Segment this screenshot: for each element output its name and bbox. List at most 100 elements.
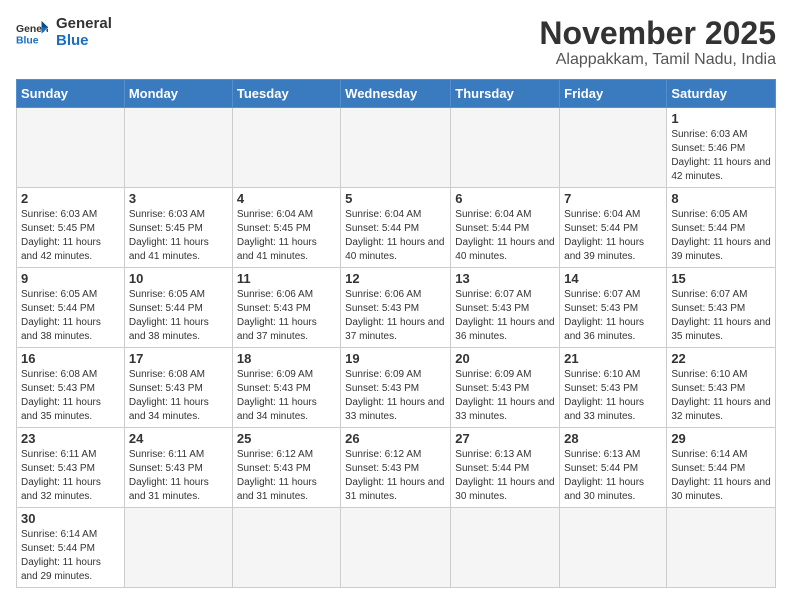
calendar-cell: 26Sunrise: 6:12 AM Sunset: 5:43 PM Dayli… bbox=[341, 428, 451, 508]
calendar-cell bbox=[667, 508, 776, 588]
calendar-cell: 16 Sunrise: 6:08 AM Sunset: 5:43 PM Dayli… bbox=[17, 348, 125, 428]
calendar-cell: 8 Sunrise: 6:05 AM Sunset: 5:44 PM Daylig… bbox=[667, 188, 776, 268]
title-block: November 2025 Alappakkam, Tamil Nadu, In… bbox=[539, 16, 776, 69]
svg-text:Blue: Blue bbox=[16, 35, 39, 46]
logo-blue-text: Blue bbox=[56, 33, 112, 50]
day-number: 25 bbox=[237, 431, 336, 446]
day-info: Sunrise: 6:13 AM Sunset: 5:44 PM Dayligh… bbox=[455, 448, 555, 504]
calendar-week-row: 30 Sunrise: 6:14 AM Sunset: 5:44 PM Dayli… bbox=[17, 508, 776, 588]
day-info: Sunrise: 6:11 AM Sunset: 5:43 PM Dayligh… bbox=[21, 448, 120, 504]
day-info: Sunrise: 6:07 AM Sunset: 5:43 PM Dayligh… bbox=[564, 288, 662, 344]
day-number: 8 bbox=[671, 191, 771, 206]
weekday-header-friday: Friday bbox=[560, 80, 667, 108]
calendar-cell: 24Sunrise: 6:11 AM Sunset: 5:43 PM Dayli… bbox=[124, 428, 232, 508]
day-info: Sunrise: 6:12 AM Sunset: 5:43 PM Dayligh… bbox=[345, 448, 446, 504]
day-info: Sunrise: 6:09 AM Sunset: 5:43 PM Dayligh… bbox=[237, 368, 336, 424]
weekday-header-monday: Monday bbox=[124, 80, 232, 108]
calendar-cell: 19Sunrise: 6:09 AM Sunset: 5:43 PM Dayli… bbox=[341, 348, 451, 428]
calendar-cell: 5Sunrise: 6:04 AM Sunset: 5:44 PM Daylig… bbox=[341, 188, 451, 268]
calendar-week-row: 1Sunrise: 6:03 AM Sunset: 5:46 PM Daylig… bbox=[17, 108, 776, 188]
day-info: Sunrise: 6:03 AM Sunset: 5:45 PM Dayligh… bbox=[21, 208, 120, 264]
day-info: Sunrise: 6:09 AM Sunset: 5:43 PM Dayligh… bbox=[345, 368, 446, 424]
day-number: 22 bbox=[671, 351, 771, 366]
calendar-cell: 9Sunrise: 6:05 AM Sunset: 5:44 PM Daylig… bbox=[17, 268, 125, 348]
day-number: 29 bbox=[671, 431, 771, 446]
day-info: Sunrise: 6:12 AM Sunset: 5:43 PM Dayligh… bbox=[237, 448, 336, 504]
calendar-cell: 14 Sunrise: 6:07 AM Sunset: 5:43 PM Dayli… bbox=[560, 268, 667, 348]
calendar-cell: 20 Sunrise: 6:09 AM Sunset: 5:43 PM Dayli… bbox=[451, 348, 560, 428]
weekday-header-saturday: Saturday bbox=[667, 80, 776, 108]
calendar-cell: 17Sunrise: 6:08 AM Sunset: 5:43 PM Dayli… bbox=[124, 348, 232, 428]
day-number: 27 bbox=[455, 431, 555, 446]
day-info: Sunrise: 6:07 AM Sunset: 5:43 PM Dayligh… bbox=[455, 288, 555, 344]
day-number: 30 bbox=[21, 511, 120, 526]
calendar-cell: 28Sunrise: 6:13 AM Sunset: 5:44 PM Dayli… bbox=[560, 428, 667, 508]
day-info: Sunrise: 6:08 AM Sunset: 5:43 PM Dayligh… bbox=[129, 368, 228, 424]
calendar-cell bbox=[451, 108, 560, 188]
calendar-week-row: 9Sunrise: 6:05 AM Sunset: 5:44 PM Daylig… bbox=[17, 268, 776, 348]
calendar-week-row: 2 Sunrise: 6:03 AM Sunset: 5:45 PM Daylig… bbox=[17, 188, 776, 268]
calendar-cell bbox=[451, 508, 560, 588]
calendar-cell: 12 Sunrise: 6:06 AM Sunset: 5:43 PM Dayli… bbox=[341, 268, 451, 348]
day-info: Sunrise: 6:08 AM Sunset: 5:43 PM Dayligh… bbox=[21, 368, 120, 424]
day-number: 16 bbox=[21, 351, 120, 366]
day-info: Sunrise: 6:10 AM Sunset: 5:43 PM Dayligh… bbox=[671, 368, 771, 424]
day-number: 20 bbox=[455, 351, 555, 366]
day-number: 13 bbox=[455, 271, 555, 286]
calendar-cell: 1Sunrise: 6:03 AM Sunset: 5:46 PM Daylig… bbox=[667, 108, 776, 188]
calendar-cell: 2 Sunrise: 6:03 AM Sunset: 5:45 PM Daylig… bbox=[17, 188, 125, 268]
calendar-cell: 30 Sunrise: 6:14 AM Sunset: 5:44 PM Dayli… bbox=[17, 508, 125, 588]
weekday-header-sunday: Sunday bbox=[17, 80, 125, 108]
day-number: 3 bbox=[129, 191, 228, 206]
day-info: Sunrise: 6:13 AM Sunset: 5:44 PM Dayligh… bbox=[564, 448, 662, 504]
calendar-table: SundayMondayTuesdayWednesdayThursdayFrid… bbox=[16, 79, 776, 588]
calendar-cell: 4Sunrise: 6:04 AM Sunset: 5:45 PM Daylig… bbox=[232, 188, 340, 268]
day-info: Sunrise: 6:03 AM Sunset: 5:46 PM Dayligh… bbox=[671, 128, 771, 184]
calendar-cell bbox=[232, 508, 340, 588]
calendar-header-row: SundayMondayTuesdayWednesdayThursdayFrid… bbox=[17, 80, 776, 108]
calendar-week-row: 23 Sunrise: 6:11 AM Sunset: 5:43 PM Dayli… bbox=[17, 428, 776, 508]
day-number: 18 bbox=[237, 351, 336, 366]
day-info: Sunrise: 6:10 AM Sunset: 5:43 PM Dayligh… bbox=[564, 368, 662, 424]
day-info: Sunrise: 6:06 AM Sunset: 5:43 PM Dayligh… bbox=[237, 288, 336, 344]
day-info: Sunrise: 6:14 AM Sunset: 5:44 PM Dayligh… bbox=[21, 528, 120, 584]
day-number: 23 bbox=[21, 431, 120, 446]
day-number: 4 bbox=[237, 191, 336, 206]
weekday-header-thursday: Thursday bbox=[451, 80, 560, 108]
day-number: 12 bbox=[345, 271, 446, 286]
weekday-header-wednesday: Wednesday bbox=[341, 80, 451, 108]
location: Alappakkam, Tamil Nadu, India bbox=[539, 51, 776, 69]
calendar-cell: 7Sunrise: 6:04 AM Sunset: 5:44 PM Daylig… bbox=[560, 188, 667, 268]
day-number: 15 bbox=[671, 271, 771, 286]
month-title: November 2025 bbox=[539, 16, 776, 51]
day-info: Sunrise: 6:06 AM Sunset: 5:43 PM Dayligh… bbox=[345, 288, 446, 344]
calendar-cell: 15 Sunrise: 6:07 AM Sunset: 5:43 PM Dayli… bbox=[667, 268, 776, 348]
day-info: Sunrise: 6:09 AM Sunset: 5:43 PM Dayligh… bbox=[455, 368, 555, 424]
calendar-cell: 3 Sunrise: 6:03 AM Sunset: 5:45 PM Daylig… bbox=[124, 188, 232, 268]
calendar-week-row: 16 Sunrise: 6:08 AM Sunset: 5:43 PM Dayli… bbox=[17, 348, 776, 428]
day-info: Sunrise: 6:05 AM Sunset: 5:44 PM Dayligh… bbox=[671, 208, 771, 264]
day-number: 2 bbox=[21, 191, 120, 206]
calendar-cell: 21 Sunrise: 6:10 AM Sunset: 5:43 PM Dayli… bbox=[560, 348, 667, 428]
day-info: Sunrise: 6:07 AM Sunset: 5:43 PM Dayligh… bbox=[671, 288, 771, 344]
day-number: 21 bbox=[564, 351, 662, 366]
calendar-cell: 11Sunrise: 6:06 AM Sunset: 5:43 PM Dayli… bbox=[232, 268, 340, 348]
day-number: 5 bbox=[345, 191, 446, 206]
day-number: 6 bbox=[455, 191, 555, 206]
calendar-cell: 29Sunrise: 6:14 AM Sunset: 5:44 PM Dayli… bbox=[667, 428, 776, 508]
page-header: General Blue General Blue November 2025 … bbox=[16, 16, 776, 69]
logo: General Blue General Blue bbox=[16, 16, 112, 49]
calendar-cell: 23 Sunrise: 6:11 AM Sunset: 5:43 PM Dayli… bbox=[17, 428, 125, 508]
logo-icon: General Blue bbox=[16, 19, 48, 47]
logo-general-text: General bbox=[56, 16, 112, 33]
day-info: Sunrise: 6:03 AM Sunset: 5:45 PM Dayligh… bbox=[129, 208, 228, 264]
day-info: Sunrise: 6:11 AM Sunset: 5:43 PM Dayligh… bbox=[129, 448, 228, 504]
calendar-cell: 22 Sunrise: 6:10 AM Sunset: 5:43 PM Dayli… bbox=[667, 348, 776, 428]
calendar-cell bbox=[341, 108, 451, 188]
day-number: 14 bbox=[564, 271, 662, 286]
day-number: 7 bbox=[564, 191, 662, 206]
day-number: 10 bbox=[129, 271, 228, 286]
day-info: Sunrise: 6:04 AM Sunset: 5:44 PM Dayligh… bbox=[455, 208, 555, 264]
calendar-cell bbox=[124, 508, 232, 588]
calendar-cell bbox=[124, 108, 232, 188]
